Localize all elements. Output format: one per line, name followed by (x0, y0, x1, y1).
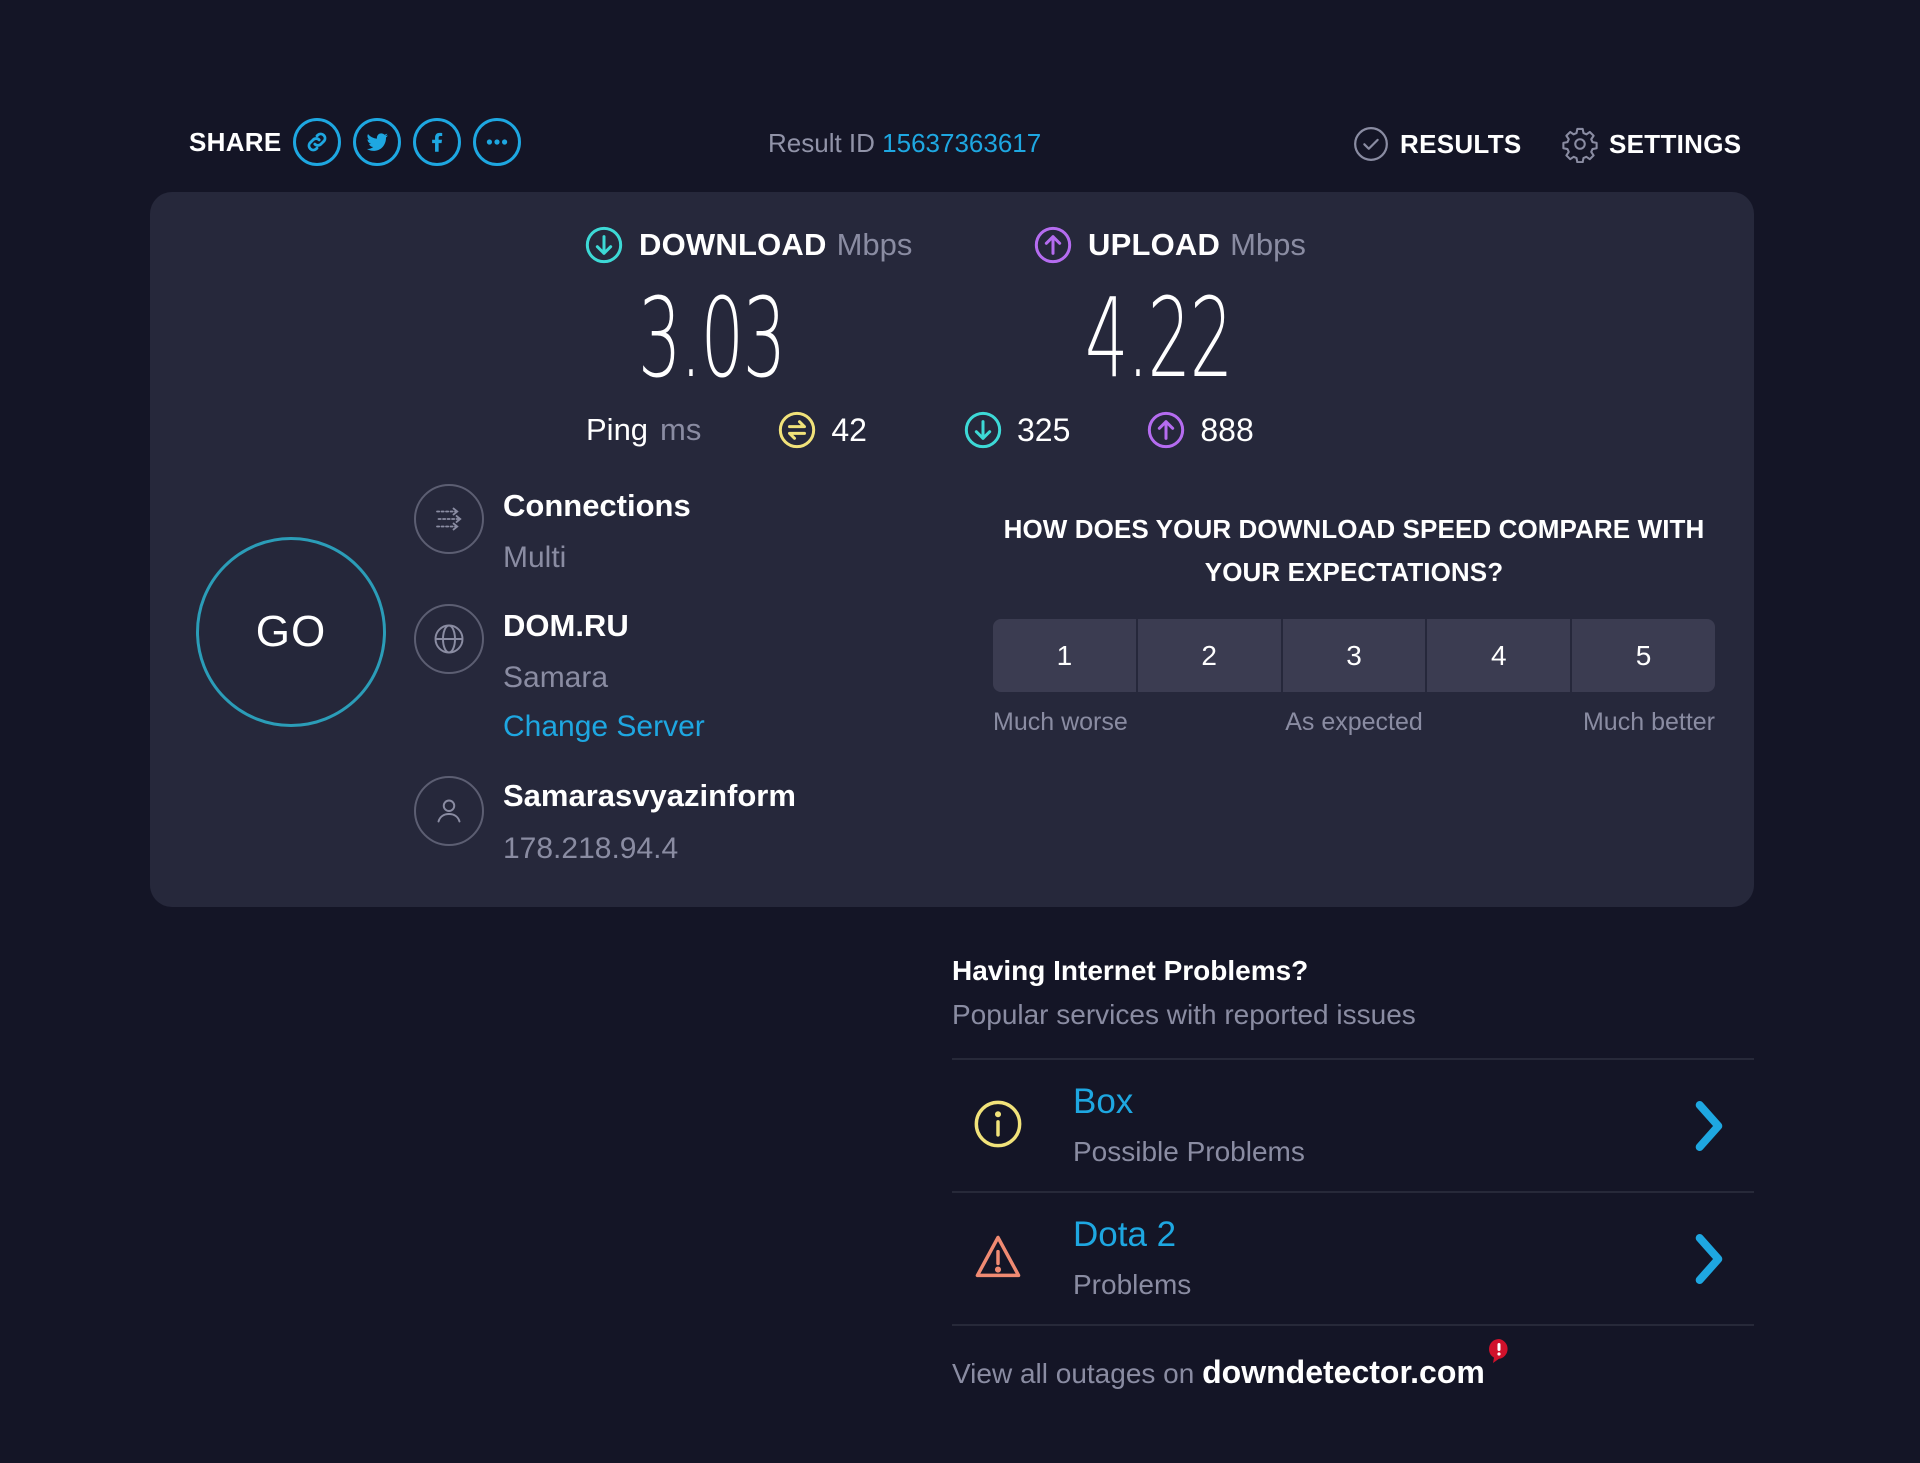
rating-labels: Much worse As expected Much better (993, 708, 1715, 742)
results-card: DOWNLOAD Mbps 3.03 UPLOAD Mbps 4.22 Ping… (150, 192, 1754, 907)
chevron-right-icon (1695, 1234, 1723, 1284)
connections-icon-wrap[interactable] (414, 484, 484, 554)
rating-option-5[interactable]: 5 (1572, 619, 1715, 692)
facebook-icon (431, 132, 442, 152)
download-icon (585, 226, 623, 264)
rating-label-mid: As expected (1285, 708, 1423, 736)
problem-item[interactable]: Dota 2 Problems (952, 1193, 1754, 1326)
ping-download: 325 (963, 410, 1070, 450)
problems-subtitle: Popular services with reported issues (952, 999, 1416, 1030)
share-link-button[interactable] (292, 118, 341, 166)
result-id-link[interactable]: 15637363617 (882, 128, 1041, 158)
alert-badge-icon (1488, 1339, 1508, 1363)
settings-button[interactable]: SETTINGS (1561, 125, 1741, 163)
rating-option-1[interactable]: 1 (993, 619, 1136, 692)
internet-problems: Having Internet Problems? Popular servic… (952, 955, 1754, 1326)
ping-idle-value: 42 (831, 411, 867, 448)
connections-value: Multi (503, 541, 567, 574)
problem-status: Possible Problems (1073, 1136, 1305, 1167)
problem-item[interactable]: Box Possible Problems (952, 1060, 1754, 1193)
rating-option-2[interactable]: 2 (1137, 619, 1281, 692)
link-icon (307, 132, 326, 152)
ping-label: Ping (586, 412, 649, 447)
ping-unit: ms (660, 412, 702, 447)
download-label: DOWNLOAD (639, 227, 827, 262)
share-label: SHARE (189, 126, 282, 157)
problems-list: Box Possible Problems Dota 2 Problems (952, 1058, 1754, 1326)
chevron-right-icon (1695, 1101, 1723, 1151)
header: SHARE Result ID 15637363617 RESULTS SETT… (0, 0, 1920, 190)
ping-idle-icon (779, 411, 816, 449)
rating-label-low: Much worse (993, 708, 1128, 736)
connections-icon (436, 507, 462, 531)
problem-status: Problems (1073, 1269, 1192, 1300)
server-location: Samara (503, 661, 609, 694)
twitter-icon (366, 133, 388, 151)
rating-label-high: Much better (1582, 708, 1715, 736)
problems-title: Having Internet Problems? (952, 955, 1309, 986)
user-icon (437, 799, 461, 823)
ping-upload-value: 888 (1200, 411, 1254, 448)
problem-service-name[interactable]: Dota 2 (1073, 1215, 1176, 1255)
downdetector-link[interactable]: downdetector.com (1202, 1354, 1485, 1390)
info-icon (974, 1100, 1022, 1148)
upload-speed: UPLOAD Mbps 4.22 (1033, 222, 1306, 402)
ping-download-icon (964, 411, 1002, 449)
downdetector-footer: View all outages on downdetector.com (952, 1339, 1511, 1391)
ping-row: Ping ms 42 325 888 (586, 407, 1254, 453)
rating-buttons: 1 2 3 4 5 (993, 619, 1715, 692)
download-unit: Mbps (836, 227, 913, 262)
upload-value: 4.22 (1085, 274, 1233, 402)
isp-ip: 178.218.94.4 (503, 832, 679, 865)
results-label: RESULTS (1400, 128, 1522, 159)
result-id: Result ID 15637363617 (768, 128, 1041, 159)
go-label: GO (255, 607, 327, 656)
share-facebook-button[interactable] (412, 118, 461, 166)
globe-icon (434, 624, 464, 654)
server-name: DOM.RU (503, 608, 629, 643)
rating-option-3[interactable]: 3 (1282, 619, 1426, 692)
change-server-link[interactable]: Change Server (503, 710, 705, 744)
download-speed: DOWNLOAD Mbps 3.03 (584, 222, 913, 402)
settings-label: SETTINGS (1609, 128, 1742, 159)
check-circle-icon (1354, 127, 1388, 161)
ping-upload: 888 (1146, 410, 1254, 450)
ping-idle: 42 (777, 410, 867, 450)
ping-upload-icon (1148, 411, 1185, 449)
server-icon-wrap (414, 604, 484, 674)
more-icon (486, 139, 507, 145)
rating-option-4[interactable]: 4 (1427, 619, 1571, 692)
share-more-button[interactable] (472, 118, 521, 166)
go-button[interactable]: GO (196, 537, 386, 727)
upload-unit: Mbps (1230, 227, 1306, 262)
results-button[interactable]: RESULTS (1352, 125, 1522, 163)
download-value: 3.03 (638, 274, 786, 402)
warning-icon (975, 1235, 1021, 1278)
ping-download-value: 325 (1016, 411, 1071, 448)
share-twitter-button[interactable] (352, 118, 401, 166)
connections-title: Connections (503, 488, 691, 523)
isp-icon-wrap (414, 776, 484, 846)
isp-name: Samarasvyazinform (503, 778, 796, 813)
gear-icon (1562, 127, 1598, 163)
rating-question: HOW DOES YOUR DOWNLOAD SPEED COMPARE WIT… (1003, 514, 1705, 587)
problem-service-name[interactable]: Box (1073, 1082, 1133, 1122)
share-bar: SHARE (189, 118, 533, 166)
upload-label: UPLOAD (1088, 227, 1221, 262)
footer-prefix: View all outages on (952, 1358, 1195, 1389)
result-id-label: Result ID (768, 128, 875, 158)
upload-icon (1034, 226, 1072, 264)
